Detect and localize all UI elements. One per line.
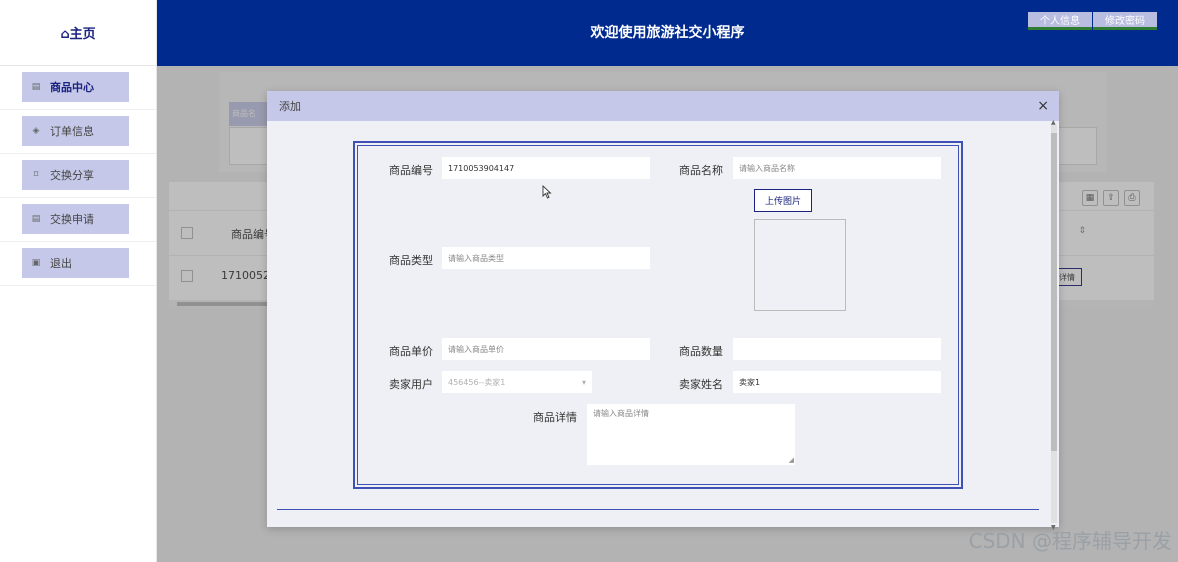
sidebar-item-requests[interactable]: ▤ 交换申请 <box>22 204 129 234</box>
profile-button[interactable]: 个人信息 <box>1028 12 1092 30</box>
sidebar-item-share[interactable]: ⌑ 交换分享 <box>22 160 129 190</box>
add-form: 商品编号 1710053904147 商品名称 请输入商品名称 上传图片 商品类… <box>353 141 963 489</box>
detail-label: 商品详情 <box>533 411 577 424</box>
sidebar-item-label: 订单信息 <box>50 125 94 138</box>
list-icon: ▤ <box>31 82 41 92</box>
sidebar-item-product-center[interactable]: ▤ 商品中心 <box>22 72 129 102</box>
type-field[interactable]: 请输入商品类型 <box>442 247 650 269</box>
quantity-field[interactable] <box>733 338 941 360</box>
upload-image-button[interactable]: 上传图片 <box>754 189 812 212</box>
share-icon: ⌑ <box>33 170 39 180</box>
sidebar-row-requests: ▤ 交换申请 <box>0 198 156 242</box>
header-actions: 个人信息 修改密码 <box>1027 12 1157 30</box>
layers-icon: ◈ <box>32 126 40 136</box>
dialog-header: 添加 × <box>267 91 1059 121</box>
seller-user-label: 卖家用户 <box>389 378 433 391</box>
resize-handle-icon[interactable]: ◢ <box>789 456 794 464</box>
price-field[interactable]: 请输入商品单价 <box>442 338 650 360</box>
dialog-divider <box>277 509 1039 510</box>
watermark: CSDN @程序辅导开发 <box>968 529 1172 553</box>
image-preview <box>754 219 846 311</box>
seller-user-select[interactable]: 456456--卖家1 ▾ <box>442 371 592 393</box>
sidebar-item-orders[interactable]: ◈ 订单信息 <box>22 116 129 146</box>
sidebar-item-label: 交换申请 <box>50 213 94 226</box>
code-field[interactable]: 1710053904147 <box>442 157 650 179</box>
scroll-thumb[interactable] <box>1051 133 1057 451</box>
sidebar-row-share: ⌑ 交换分享 <box>0 154 156 198</box>
list-icon: ▤ <box>31 214 41 224</box>
mouse-cursor-icon <box>542 185 552 199</box>
add-dialog: 添加 × ▲ ▼ 商品编号 1710053904147 商品名称 请输入商品名称… <box>267 91 1059 531</box>
sidebar-item-exit[interactable]: ▣ 退出 <box>22 248 129 278</box>
name-field[interactable]: 请输入商品名称 <box>733 157 941 179</box>
seller-name-label: 卖家姓名 <box>679 378 723 391</box>
price-label: 商品单价 <box>389 345 433 358</box>
change-password-button[interactable]: 修改密码 <box>1093 12 1157 30</box>
dialog-scrollbar[interactable]: ▲ ▼ <box>1051 119 1057 531</box>
page-title: 欢迎使用旅游社交小程序 <box>590 25 745 41</box>
sidebar: ⌂主页 ▤ 商品中心 ◈ 订单信息 ⌑ 交换分享 ▤ 交换申请 ▣ 退出 <box>0 0 157 562</box>
seller-name-field[interactable]: 卖家1 <box>733 371 941 393</box>
scroll-up-icon[interactable]: ▲ <box>1051 119 1056 126</box>
sidebar-row-products: ▤ 商品中心 <box>0 66 156 110</box>
detail-textarea[interactable]: 请输入商品详情 ◢ <box>587 404 795 465</box>
detail-placeholder: 请输入商品详情 <box>593 409 649 418</box>
sidebar-row-exit: ▣ 退出 <box>0 242 156 286</box>
dialog-title: 添加 <box>279 100 301 113</box>
quantity-label: 商品数量 <box>679 345 723 358</box>
sidebar-item-label: 交换分享 <box>50 169 94 182</box>
code-label: 商品编号 <box>389 164 433 177</box>
close-icon[interactable]: × <box>1037 99 1049 113</box>
type-label: 商品类型 <box>389 254 433 267</box>
exit-icon: ▣ <box>31 258 41 268</box>
chevron-down-icon: ▾ <box>581 377 586 387</box>
name-label: 商品名称 <box>679 164 723 177</box>
sidebar-item-label: 商品中心 <box>50 81 94 94</box>
sidebar-row-orders: ◈ 订单信息 <box>0 110 156 154</box>
sidebar-item-label: 退出 <box>50 257 72 270</box>
seller-user-value: 456456--卖家1 <box>448 377 506 387</box>
top-header: 欢迎使用旅游社交小程序 个人信息 修改密码 <box>157 0 1178 66</box>
home-link[interactable]: ⌂主页 <box>0 0 156 66</box>
